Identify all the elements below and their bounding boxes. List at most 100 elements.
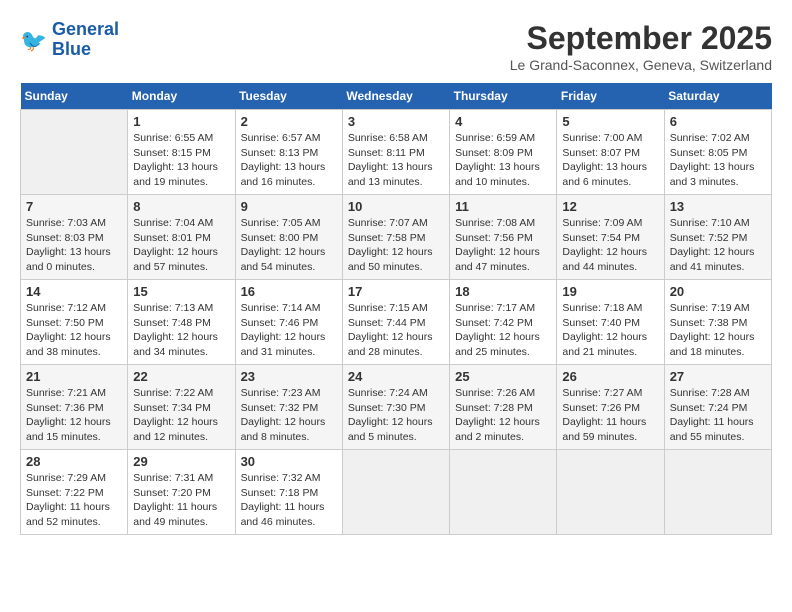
calendar-table: SundayMondayTuesdayWednesdayThursdayFrid…: [20, 83, 772, 535]
day-number: 25: [455, 369, 551, 384]
calendar-cell: [557, 450, 664, 535]
day-number: 14: [26, 284, 122, 299]
logo-bird-icon: 🐦: [20, 26, 48, 54]
day-info: Sunrise: 7:04 AMSunset: 8:01 PMDaylight:…: [133, 216, 229, 275]
day-number: 26: [562, 369, 658, 384]
calendar-cell: 23 Sunrise: 7:23 AMSunset: 7:32 PMDayligh…: [235, 365, 342, 450]
calendar-cell: 22Sunrise: 7:22 AMSunset: 7:34 PMDayligh…: [128, 365, 235, 450]
day-info: Sunrise: 7:18 AMSunset: 7:40 PMDaylight:…: [562, 301, 658, 360]
calendar-cell: 29 Sunrise: 7:31 AMSunset: 7:20 PMDayligh…: [128, 450, 235, 535]
calendar-cell: 19Sunrise: 7:18 AMSunset: 7:40 PMDayligh…: [557, 280, 664, 365]
weekday-header: Tuesday: [235, 83, 342, 110]
calendar-cell: 27Sunrise: 7:28 AMSunset: 7:24 PMDayligh…: [664, 365, 771, 450]
calendar-cell: 15 Sunrise: 7:13 AMSunset: 7:48 PMDayligh…: [128, 280, 235, 365]
weekday-header: Sunday: [21, 83, 128, 110]
calendar-cell: 7 Sunrise: 7:03 AMSunset: 8:03 PMDaylight…: [21, 195, 128, 280]
day-info: Sunrise: 7:10 AMSunset: 7:52 PMDaylight:…: [670, 216, 766, 275]
day-number: 5: [562, 114, 658, 129]
calendar-body: 1 Sunrise: 6:55 AMSunset: 8:15 PMDaylight…: [21, 110, 772, 535]
calendar-cell: [664, 450, 771, 535]
day-info: Sunrise: 7:32 AMSunset: 7:18 PMDaylight:…: [241, 471, 337, 530]
calendar-week-row: 14 Sunrise: 7:12 AMSunset: 7:50 PMDayligh…: [21, 280, 772, 365]
day-info: Sunrise: 7:12 AMSunset: 7:50 PMDaylight:…: [26, 301, 122, 360]
calendar-cell: 6Sunrise: 7:02 AMSunset: 8:05 PMDaylight…: [664, 110, 771, 195]
logo-blue: Blue: [52, 39, 91, 59]
calendar-cell: 25 Sunrise: 7:26 AMSunset: 7:28 PMDayligh…: [450, 365, 557, 450]
day-info: Sunrise: 7:00 AMSunset: 8:07 PMDaylight:…: [562, 131, 658, 190]
weekday-header: Wednesday: [342, 83, 449, 110]
day-info: Sunrise: 7:05 AMSunset: 8:00 PMDaylight:…: [241, 216, 337, 275]
day-info: Sunrise: 7:19 AMSunset: 7:38 PMDaylight:…: [670, 301, 766, 360]
weekday-header: Monday: [128, 83, 235, 110]
month-title: September 2025: [510, 20, 772, 57]
weekday-row: SundayMondayTuesdayWednesdayThursdayFrid…: [21, 83, 772, 110]
calendar-cell: 3 Sunrise: 6:58 AMSunset: 8:11 PMDaylight…: [342, 110, 449, 195]
calendar-cell: 16Sunrise: 7:14 AMSunset: 7:46 PMDayligh…: [235, 280, 342, 365]
logo-text: General Blue: [52, 20, 119, 60]
day-info: Sunrise: 7:21 AMSunset: 7:36 PMDaylight:…: [26, 386, 122, 445]
day-number: 1: [133, 114, 229, 129]
svg-text:🐦: 🐦: [20, 28, 47, 53]
calendar-cell: [21, 110, 128, 195]
day-number: 3: [348, 114, 444, 129]
day-info: Sunrise: 7:22 AMSunset: 7:34 PMDaylight:…: [133, 386, 229, 445]
day-info: Sunrise: 7:28 AMSunset: 7:24 PMDaylight:…: [670, 386, 766, 445]
day-info: Sunrise: 7:09 AMSunset: 7:54 PMDaylight:…: [562, 216, 658, 275]
day-number: 16: [241, 284, 337, 299]
calendar-cell: [450, 450, 557, 535]
calendar-cell: 9Sunrise: 7:05 AMSunset: 8:00 PMDaylight…: [235, 195, 342, 280]
day-info: Sunrise: 7:07 AMSunset: 7:58 PMDaylight:…: [348, 216, 444, 275]
day-number: 8: [133, 199, 229, 214]
day-number: 20: [670, 284, 766, 299]
day-info: Sunrise: 6:59 AMSunset: 8:09 PMDaylight:…: [455, 131, 551, 190]
day-number: 29: [133, 454, 229, 469]
calendar-cell: 11Sunrise: 7:08 AMSunset: 7:56 PMDayligh…: [450, 195, 557, 280]
calendar-cell: 13 Sunrise: 7:10 AMSunset: 7:52 PMDayligh…: [664, 195, 771, 280]
weekday-header: Thursday: [450, 83, 557, 110]
day-info: Sunrise: 7:23 AMSunset: 7:32 PMDaylight:…: [241, 386, 337, 445]
day-info: Sunrise: 7:24 AMSunset: 7:30 PMDaylight:…: [348, 386, 444, 445]
calendar-cell: 12Sunrise: 7:09 AMSunset: 7:54 PMDayligh…: [557, 195, 664, 280]
day-info: Sunrise: 7:15 AMSunset: 7:44 PMDaylight:…: [348, 301, 444, 360]
calendar-cell: 26 Sunrise: 7:27 AMSunset: 7:26 PMDayligh…: [557, 365, 664, 450]
day-info: Sunrise: 7:29 AMSunset: 7:22 PMDaylight:…: [26, 471, 122, 530]
day-info: Sunrise: 7:03 AMSunset: 8:03 PMDaylight:…: [26, 216, 122, 275]
calendar-cell: 4 Sunrise: 6:59 AMSunset: 8:09 PMDaylight…: [450, 110, 557, 195]
calendar-cell: 28Sunrise: 7:29 AMSunset: 7:22 PMDayligh…: [21, 450, 128, 535]
calendar-cell: 2Sunrise: 6:57 AMSunset: 8:13 PMDaylight…: [235, 110, 342, 195]
title-block: September 2025 Le Grand-Saconnex, Geneva…: [510, 20, 772, 73]
calendar-header: SundayMondayTuesdayWednesdayThursdayFrid…: [21, 83, 772, 110]
calendar-week-row: 7 Sunrise: 7:03 AMSunset: 8:03 PMDaylight…: [21, 195, 772, 280]
day-number: 6: [670, 114, 766, 129]
day-info: Sunrise: 7:08 AMSunset: 7:56 PMDaylight:…: [455, 216, 551, 275]
calendar-cell: 17Sunrise: 7:15 AMSunset: 7:44 PMDayligh…: [342, 280, 449, 365]
day-number: 4: [455, 114, 551, 129]
day-number: 18: [455, 284, 551, 299]
calendar-cell: 8 Sunrise: 7:04 AMSunset: 8:01 PMDaylight…: [128, 195, 235, 280]
day-info: Sunrise: 7:27 AMSunset: 7:26 PMDaylight:…: [562, 386, 658, 445]
day-info: Sunrise: 7:26 AMSunset: 7:28 PMDaylight:…: [455, 386, 551, 445]
day-info: Sunrise: 7:31 AMSunset: 7:20 PMDaylight:…: [133, 471, 229, 530]
logo: 🐦 General Blue: [20, 20, 119, 60]
calendar-week-row: 21Sunrise: 7:21 AMSunset: 7:36 PMDayligh…: [21, 365, 772, 450]
day-number: 30: [241, 454, 337, 469]
day-info: Sunrise: 6:58 AMSunset: 8:11 PMDaylight:…: [348, 131, 444, 190]
calendar-cell: 24 Sunrise: 7:24 AMSunset: 7:30 PMDayligh…: [342, 365, 449, 450]
calendar-week-row: 1 Sunrise: 6:55 AMSunset: 8:15 PMDaylight…: [21, 110, 772, 195]
day-number: 13: [670, 199, 766, 214]
day-number: 7: [26, 199, 122, 214]
day-info: Sunrise: 6:55 AMSunset: 8:15 PMDaylight:…: [133, 131, 229, 190]
day-number: 23: [241, 369, 337, 384]
day-info: Sunrise: 7:17 AMSunset: 7:42 PMDaylight:…: [455, 301, 551, 360]
calendar-cell: 1 Sunrise: 6:55 AMSunset: 8:15 PMDaylight…: [128, 110, 235, 195]
calendar-cell: 21Sunrise: 7:21 AMSunset: 7:36 PMDayligh…: [21, 365, 128, 450]
calendar-cell: 10 Sunrise: 7:07 AMSunset: 7:58 PMDayligh…: [342, 195, 449, 280]
calendar-cell: 5 Sunrise: 7:00 AMSunset: 8:07 PMDaylight…: [557, 110, 664, 195]
day-number: 15: [133, 284, 229, 299]
day-info: Sunrise: 7:13 AMSunset: 7:48 PMDaylight:…: [133, 301, 229, 360]
day-number: 10: [348, 199, 444, 214]
calendar-cell: 18 Sunrise: 7:17 AMSunset: 7:42 PMDayligh…: [450, 280, 557, 365]
weekday-header: Friday: [557, 83, 664, 110]
calendar-cell: 14 Sunrise: 7:12 AMSunset: 7:50 PMDayligh…: [21, 280, 128, 365]
day-number: 24: [348, 369, 444, 384]
